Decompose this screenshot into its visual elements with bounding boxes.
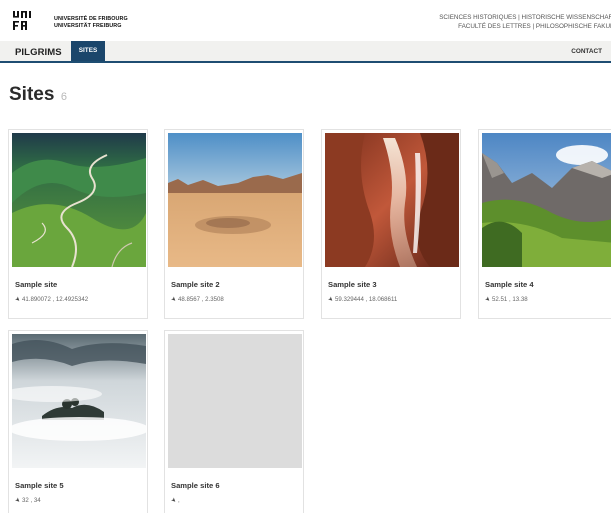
location-arrow-icon: ➤ — [169, 295, 178, 304]
site-title[interactable]: Sample site 6 — [171, 481, 220, 490]
site-coordinates: ➤52.51 , 13.38 — [483, 295, 528, 304]
site-coordinates-value: 41.890072 , 12.4925342 — [22, 296, 89, 303]
faculty-info: SCIENCES HISTORIQUES | HISTORISCHE WISSE… — [439, 14, 611, 31]
site-image-alpine-valley[interactable] — [482, 133, 611, 267]
site-card[interactable]: Sample site 6 ➤, — [164, 330, 304, 513]
faculty-line[interactable]: FACULTÉ DES LETTRES | PHILOSOPHISCHE FAK… — [439, 23, 611, 32]
site-image-winding-mountain-road[interactable] — [12, 133, 146, 267]
site-coordinates-value: 52.51 , 13.38 — [492, 296, 528, 303]
university-header: UNIVERSITÉ DE FRIBOURG UNIVERSITÄT FREIB… — [0, 0, 611, 40]
location-arrow-icon: ➤ — [326, 295, 335, 304]
site-card[interactable]: Sample site 2 ➤48.8567 , 2.3508 — [164, 129, 304, 319]
site-title[interactable]: Sample site 4 — [485, 280, 534, 289]
site-coordinates-value: 48.8567 , 2.3508 — [178, 296, 224, 303]
site-image-slot-canyon[interactable] — [325, 133, 459, 267]
location-arrow-icon: ➤ — [169, 496, 178, 505]
site-coordinates: ➤41.890072 , 12.4925342 — [13, 295, 89, 304]
university-name[interactable]: UNIVERSITÉ DE FRIBOURG UNIVERSITÄT FREIB… — [54, 16, 128, 29]
site-coordinates-value: 59.329444 , 18.068611 — [335, 296, 398, 303]
site-coordinates: ➤32 , 34 — [13, 496, 41, 505]
site-card[interactable]: Sample site 3 ➤59.329444 , 18.068611 — [321, 129, 461, 319]
site-coordinates: ➤59.329444 , 18.068611 — [326, 295, 398, 304]
university-name-de: UNIVERSITÄT FREIBURG — [54, 22, 122, 29]
sites-count: 6 — [60, 91, 67, 103]
site-card[interactable]: Sample site ➤41.890072 , 12.4925342 — [8, 129, 148, 319]
site-title[interactable]: Sample site 2 — [171, 280, 220, 289]
site-image-desert[interactable] — [168, 133, 302, 267]
site-image-misty-hills[interactable] — [12, 334, 146, 468]
university-name-fr: UNIVERSITÉ DE FRIBOURG — [54, 16, 128, 22]
department-line[interactable]: SCIENCES HISTORIQUES | HISTORISCHE WISSE… — [439, 14, 611, 23]
unifr-logo[interactable] — [12, 10, 32, 32]
site-image-placeholder[interactable] — [168, 334, 302, 468]
site-card[interactable]: Sample site 5 ➤32 , 34 — [8, 330, 148, 513]
main-nav: PILGRIMS SITES CONTACT — [0, 41, 611, 63]
page-title: Sites — [9, 84, 55, 105]
site-card[interactable]: Sample site 4 ➤52.51 , 13.38 — [478, 129, 611, 319]
nav-tab-sites[interactable]: SITES — [71, 41, 105, 61]
site-coordinates-value: , — [178, 497, 180, 504]
page-heading: Sites 6 — [9, 84, 67, 106]
site-title[interactable]: Sample site 3 — [328, 280, 377, 289]
site-coordinates: ➤, — [169, 496, 180, 505]
location-arrow-icon: ➤ — [13, 295, 22, 304]
location-arrow-icon: ➤ — [13, 496, 22, 505]
site-coordinates: ➤48.8567 , 2.3508 — [169, 295, 224, 304]
nav-contact-link[interactable]: CONTACT — [571, 48, 602, 55]
site-coordinates-value: 32 , 34 — [22, 497, 41, 504]
nav-brand-pilgrims[interactable]: PILGRIMS — [15, 47, 62, 58]
location-arrow-icon: ➤ — [483, 295, 492, 304]
site-title[interactable]: Sample site 5 — [15, 481, 64, 490]
site-title[interactable]: Sample site — [15, 280, 57, 289]
